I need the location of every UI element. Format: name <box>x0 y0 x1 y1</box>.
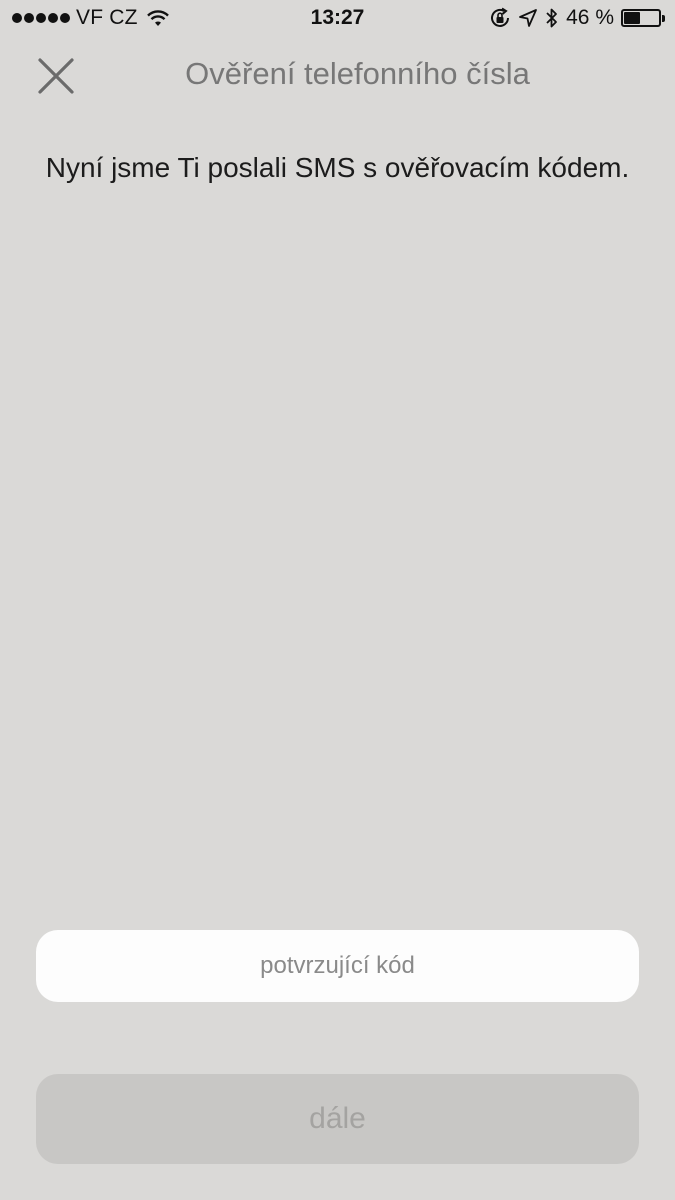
location-arrow-icon <box>519 9 538 27</box>
close-icon[interactable] <box>36 56 76 96</box>
bluetooth-icon <box>546 8 558 28</box>
verification-code-input[interactable] <box>36 930 639 1002</box>
battery-icon <box>621 8 665 28</box>
sms-sent-message: Nyní jsme Ti poslali SMS s ověřovacím kó… <box>45 152 630 183</box>
status-bar-right: 46 % <box>489 6 665 30</box>
orientation-lock-icon <box>491 7 510 27</box>
page-title: Ověření telefonního čísla <box>185 56 530 91</box>
next-button[interactable]: dále <box>36 1074 639 1164</box>
battery-percent: 46 % <box>566 6 614 29</box>
status-bar: VF CZ 13:27 46 % <box>0 0 675 38</box>
next-button-label: dále <box>309 1102 366 1135</box>
verification-screen: VF CZ 13:27 46 % Ověření telefonního čís… <box>0 0 675 1200</box>
